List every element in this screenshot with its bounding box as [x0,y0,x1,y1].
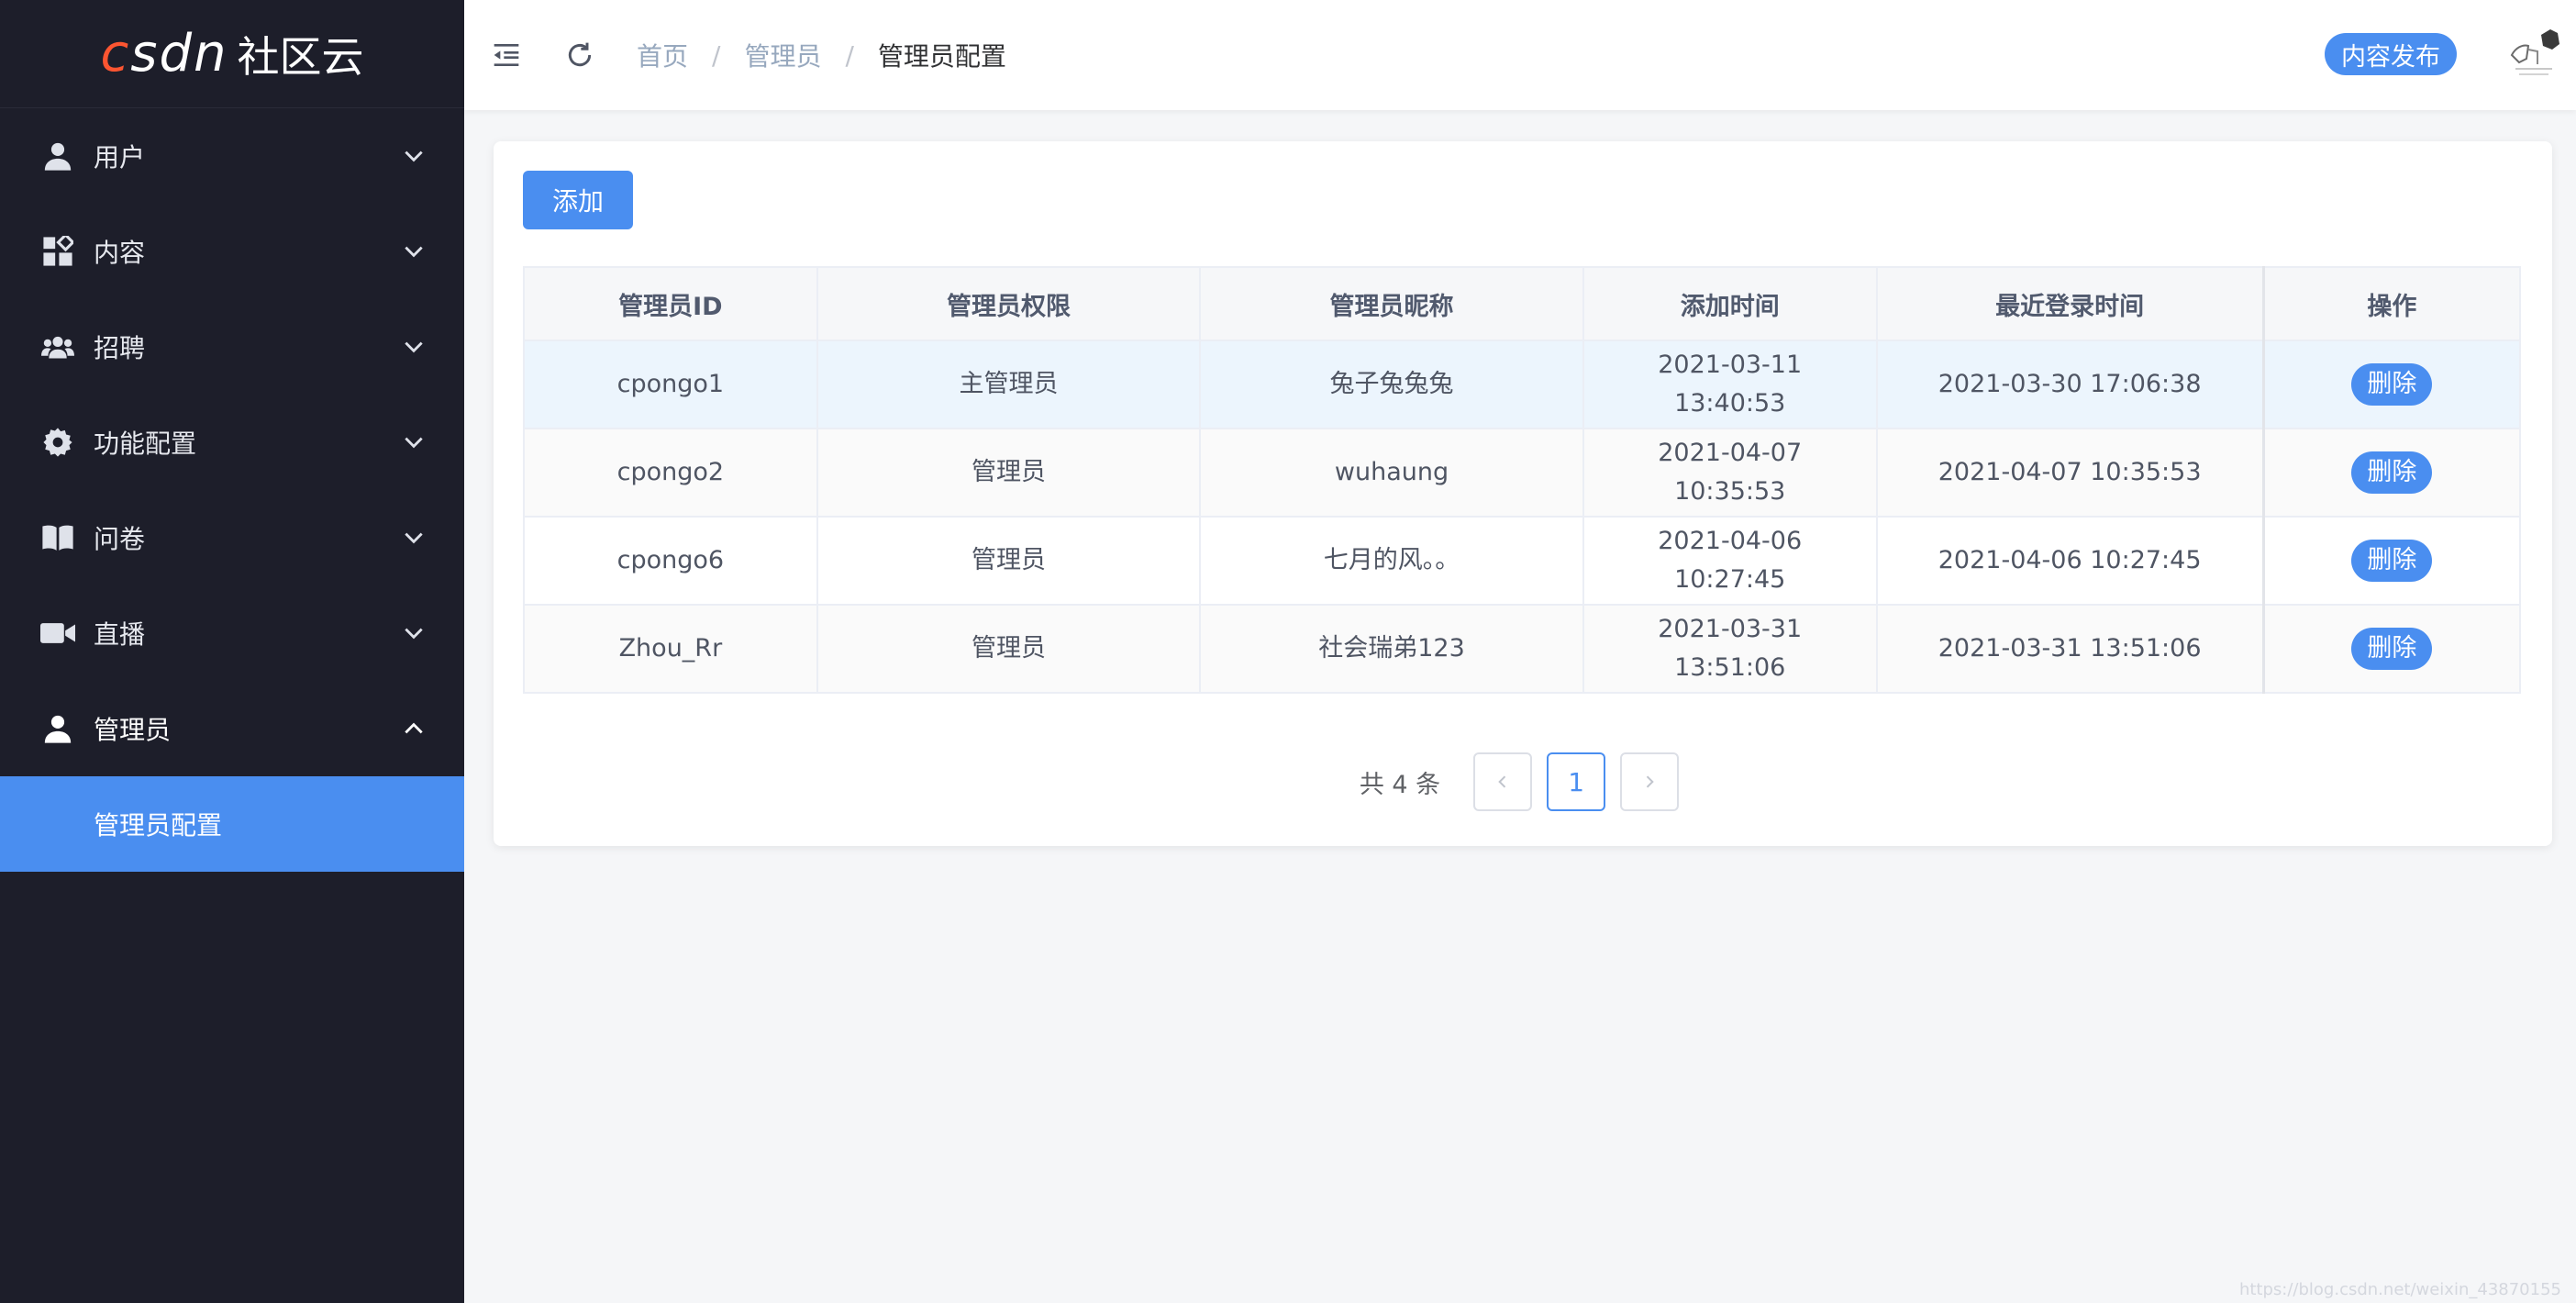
column-header-nickname[interactable]: 管理员昵称 [1199,266,1584,341]
cell-role: 管理员 [816,516,1202,606]
logo-csdn-text: csdn [100,24,228,84]
publish-content-button[interactable]: 内容发布 [2325,33,2457,75]
cell-actions: 删除 [2261,516,2521,606]
breadcrumb-separator: / [712,39,721,71]
cell-added-time: 2021-04-06 10:27:45 [1582,516,1878,606]
cell-added-time: 2021-04-07 10:35:53 [1582,428,1878,518]
chevron-down-icon [400,238,427,265]
breadcrumb-admin[interactable]: 管理员 [744,37,821,73]
prev-page-button[interactable] [1473,752,1533,811]
cell-last-login: 2021-03-31 13:51:06 [1875,604,2265,694]
watermark: https://blog.csdn.net/weixin_43870155 [2238,1280,2561,1299]
add-admin-button[interactable]: 添加 [523,171,633,229]
table-row[interactable]: Zhou_Rr 管理员 社会瑞弟123 2021-03-31 13:51:06 … [523,604,2521,694]
cell-admin-id: cpongo6 [523,516,818,606]
sidebar-item-recruit[interactable]: 招聘 [0,299,464,395]
sidebar-item-label: 内容 [94,238,146,268]
column-header-role[interactable]: 管理员权限 [816,266,1202,341]
cell-nickname: 兔子兔兔兔 [1199,340,1584,429]
cell-admin-id: Zhou_Rr [523,604,818,694]
gear-icon [40,425,75,460]
table-row[interactable]: cpongo6 管理员 七月的风。。 2021-04-06 10:27:45 2… [523,516,2521,606]
cell-added-time: 2021-03-11 13:40:53 [1582,340,1878,429]
cell-role: 管理员 [816,428,1202,518]
cell-actions: 删除 [2261,428,2521,518]
sidebar-item-admin[interactable]: 管理员 [0,681,464,776]
breadcrumb-current: 管理员配置 [877,41,1006,72]
sidebar-item-label: 用户 [94,142,146,173]
breadcrumb-separator: / [845,39,854,71]
chevron-down-icon [400,619,427,647]
sidebar-subitem-admin-config[interactable]: 管理员配置 [0,776,464,872]
column-header-admin-id[interactable]: 管理员ID [523,266,818,341]
group-icon [40,329,75,364]
book-icon [40,520,75,555]
chevron-left-icon [1498,775,1506,788]
cell-actions: 删除 [2261,340,2521,429]
cell-last-login: 2021-03-30 17:06:38 [1875,340,2265,429]
delete-button[interactable]: 删除 [2351,540,2433,582]
delete-button[interactable]: 删除 [2351,451,2433,494]
sidebar-item-survey[interactable]: 问卷 [0,490,464,585]
cell-actions: 删除 [2261,604,2521,694]
breadcrumb: 首页 / 管理员 / 管理员配置 [637,37,1006,73]
sidebar-item-live[interactable]: 直播 [0,585,464,681]
cell-role: 主管理员 [816,340,1202,429]
apps-icon [40,234,75,269]
user-icon [40,139,75,173]
table-row[interactable]: cpongo1 主管理员 兔子兔兔兔 2021-03-11 13:40:53 2… [523,340,2521,429]
column-header-last-login[interactable]: 最近登录时间 [1875,266,2265,341]
chevron-down-icon [400,524,427,551]
pagination: 共 4 条 1 [494,752,2552,811]
chevron-down-icon [400,333,427,361]
refresh-icon[interactable] [561,37,598,73]
cell-admin-id: cpongo2 [523,428,818,518]
chevron-down-icon [400,142,427,170]
column-header-added-time[interactable]: 添加时间 [1582,266,1878,341]
sidebar: csdn 社区云 用户 内容 招聘 功能配置 问卷 直播 管理员 管理员配置 [0,0,464,1303]
admin-table: 管理员ID 管理员权限 管理员昵称 添加时间 最近登录时间 操作 cpongo1… [523,266,2521,694]
sidebar-item-label: 功能配置 [94,429,197,459]
page-number-button[interactable]: 1 [1547,752,1606,811]
cell-nickname: wuhaung [1199,428,1584,518]
cell-last-login: 2021-04-06 10:27:45 [1875,516,2265,606]
logo-csdn-rest: sdn [130,24,228,84]
cell-last-login: 2021-04-07 10:35:53 [1875,428,2265,518]
cell-admin-id: cpongo1 [523,340,818,429]
logo[interactable]: csdn 社区云 [0,0,464,108]
menu-fold-icon[interactable] [488,37,525,73]
sidebar-item-label: 直播 [94,619,146,650]
pagination-total: 共 4 条 [1359,770,1441,799]
delete-button[interactable]: 删除 [2351,363,2433,406]
sidebar-item-label: 招聘 [94,333,146,363]
sidebar-item-users[interactable]: 用户 [0,108,464,204]
top-header: 首页 / 管理员 / 管理员配置 内容发布 [464,0,2576,110]
sidebar-item-label: 管理员 [94,715,172,745]
sidebar-item-label: 问卷 [94,524,146,554]
cell-nickname: 七月的风。。 [1199,516,1584,606]
logo-suffix: 社区云 [237,31,364,82]
video-camera-icon [40,616,75,651]
chevron-up-icon [400,715,427,742]
chevron-down-icon [400,429,427,456]
cell-added-time: 2021-03-31 13:51:06 [1582,604,1878,694]
cell-nickname: 社会瑞弟123 [1199,604,1584,694]
chevron-right-icon [1646,775,1654,788]
sidebar-item-content[interactable]: 内容 [0,204,464,299]
user-icon [40,711,75,746]
table-row[interactable]: cpongo2 管理员 wuhaung 2021-04-07 10:35:53 … [523,428,2521,518]
next-page-button[interactable] [1620,752,1680,811]
admin-config-card: 添加 管理员ID 管理员权限 管理员昵称 添加时间 最近登录时间 操作 cpon… [494,141,2552,846]
cell-role: 管理员 [816,604,1202,694]
avatar[interactable] [2508,28,2563,83]
breadcrumb-home[interactable]: 首页 [637,37,688,73]
sidebar-item-feature-config[interactable]: 功能配置 [0,395,464,490]
table-header-row: 管理员ID 管理员权限 管理员昵称 添加时间 最近登录时间 操作 [523,266,2521,341]
delete-button[interactable]: 删除 [2351,628,2433,670]
column-header-actions: 操作 [2261,266,2521,341]
